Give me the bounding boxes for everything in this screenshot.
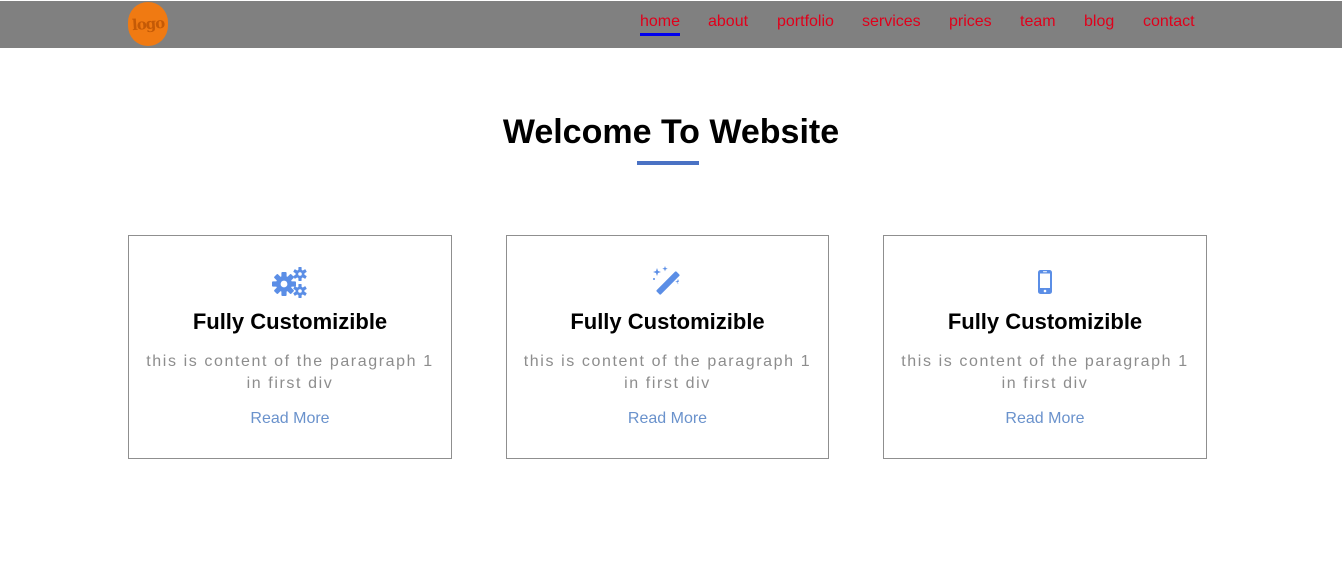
- read-more-link[interactable]: Read More: [507, 409, 828, 429]
- nav-link-prices[interactable]: prices: [949, 13, 992, 31]
- card-title: Fully Customizible: [192, 309, 388, 334]
- nav-links: home about portfolio services prices tea…: [0, 13, 1342, 39]
- read-more-link[interactable]: Read More: [884, 409, 1206, 429]
- gears-icon: [129, 264, 451, 300]
- nav-link-contact[interactable]: contact: [1143, 13, 1195, 31]
- nav-link-portfolio[interactable]: portfolio: [777, 13, 834, 31]
- title-underline: [637, 161, 699, 165]
- feature-card: Fully Customizible this is content of th…: [883, 235, 1207, 459]
- nav-link-home[interactable]: home: [640, 13, 681, 36]
- mobile-phone-icon: [884, 264, 1206, 300]
- card-text: this is content of the paragraph 1 in fi…: [146, 353, 434, 392]
- nav-link-services[interactable]: services: [862, 13, 921, 31]
- nav-link-about[interactable]: about: [708, 13, 748, 31]
- card-text: this is content of the paragraph 1 in fi…: [523, 353, 812, 392]
- card-title: Fully Customizible: [947, 309, 1143, 334]
- feature-card: Fully Customizible this is content of th…: [506, 235, 829, 459]
- navbar: logo home about portfolio services price…: [0, 1, 1342, 48]
- page-title: Welcome To Website: [502, 113, 840, 151]
- magic-wand-icon: [507, 264, 828, 300]
- read-more-link[interactable]: Read More: [129, 409, 451, 429]
- card-title: Fully Customizible: [570, 309, 765, 334]
- nav-link-blog[interactable]: blog: [1084, 13, 1114, 31]
- card-text: this is content of the paragraph 1 in fi…: [901, 353, 1189, 392]
- feature-card: Fully Customizible this is content of th…: [128, 235, 452, 459]
- nav-link-team[interactable]: team: [1020, 13, 1056, 31]
